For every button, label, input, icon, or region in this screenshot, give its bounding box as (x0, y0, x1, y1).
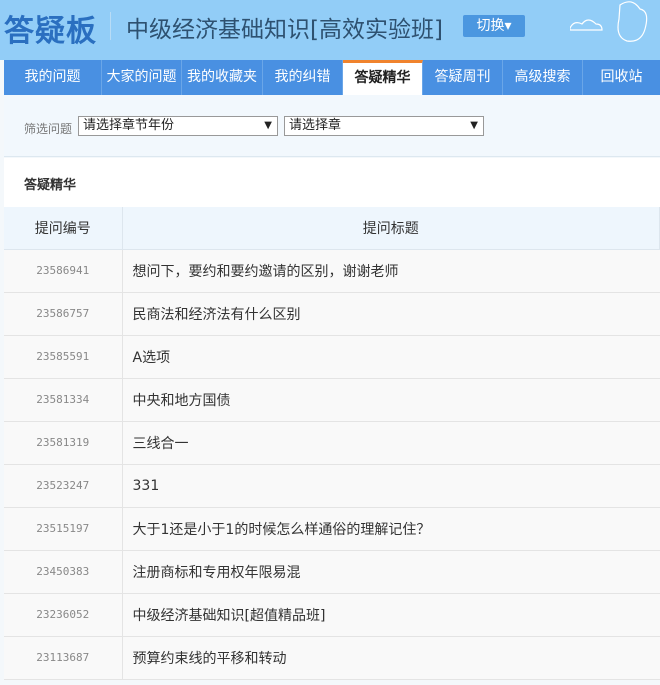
chapter-select-value: 请选择章 (289, 118, 342, 133)
tab-advanced-search[interactable]: 高级搜索 (503, 60, 583, 95)
question-id: 23523247 (4, 464, 123, 508)
question-title-link[interactable]: 注册商标和专用权年限易混 (122, 550, 660, 594)
filter-bar: 筛选问题 请选择章节年份 ▼ 请选择章 ▼ (4, 95, 660, 157)
column-header-id: 提问编号 (4, 207, 123, 250)
logo[interactable]: 答疑板 (4, 6, 97, 50)
section-header: 答疑精华 (4, 158, 660, 207)
question-id: 23581334 (4, 378, 123, 422)
nav-tabs: 我的问题 大家的问题 我的收藏夹 我的纠错 答疑精华 答疑周刊 高级搜索 回收站 (4, 60, 660, 95)
question-title-link[interactable]: 预算约束线的平移和转动 (122, 636, 660, 680)
question-title-link[interactable]: 大于1还是小于1的时候怎么样通俗的理解记住？ (122, 507, 660, 551)
questions-table: 提问编号 提问标题 23586941 想问下，要约和要约邀请的区别，谢谢老师 235… (4, 207, 660, 680)
question-title-link[interactable]: 三线合一 (122, 421, 660, 465)
question-id: 23450383 (4, 550, 123, 594)
question-id: 23581319 (4, 421, 123, 465)
dropdown-arrow-icon: ▼ (470, 120, 478, 131)
cloud-decoration-icon (570, 1, 648, 42)
chapter-select[interactable]: 请选择章 ▼ (284, 116, 484, 136)
table-row[interactable]: 23585591 A选项 (4, 335, 660, 379)
column-header-title: 提问标题 (122, 207, 660, 250)
dropdown-arrow-icon: ▼ (264, 120, 272, 131)
filter-label: 筛选问题 (24, 122, 73, 136)
tab-weekly[interactable]: 答疑周刊 (423, 60, 503, 95)
table-row[interactable]: 23523247 331 (4, 464, 660, 508)
tab-all-questions[interactable]: 大家的问题 (102, 60, 182, 95)
question-id: 23586757 (4, 292, 123, 336)
table-row[interactable]: 23515197 大于1还是小于1的时候怎么样通俗的理解记住？ (4, 507, 660, 551)
year-select[interactable]: 请选择章节年份 ▼ (78, 116, 278, 136)
table-row[interactable]: 23450383 注册商标和专用权年限易混 (4, 550, 660, 594)
question-id: 23585591 (4, 335, 123, 379)
tab-my-questions[interactable]: 我的问题 (4, 60, 102, 95)
table-row[interactable]: 23113687 预算约束线的平移和转动 (4, 636, 660, 680)
table-row[interactable]: 23236052 中级经济基础知识[超值精品班] (4, 593, 660, 637)
question-title-link[interactable]: A选项 (122, 335, 660, 379)
table-row[interactable]: 23581334 中央和地方国债 (4, 378, 660, 422)
question-id: 23586941 (4, 249, 123, 293)
divider (110, 12, 111, 40)
tab-favorites[interactable]: 我的收藏夹 (182, 60, 263, 95)
question-title-link[interactable]: 中央和地方国债 (122, 378, 660, 422)
question-id: 23113687 (4, 636, 123, 680)
header: 答疑板 中级经济基础知识[高效实验班] 切换▾ (0, 0, 660, 60)
year-select-value: 请选择章节年份 (83, 118, 175, 133)
question-id: 23515197 (4, 507, 123, 551)
question-id: 23236052 (4, 593, 123, 637)
question-title-link[interactable]: 331 (122, 464, 660, 508)
section-title: 答疑精华 (24, 178, 77, 193)
question-title-link[interactable]: 民商法和经济法有什么区别 (122, 292, 660, 336)
tab-my-corrections[interactable]: 我的纠错 (263, 60, 343, 95)
course-title: 中级经济基础知识[高效实验班] (126, 17, 443, 43)
question-title-link[interactable]: 中级经济基础知识[超值精品班] (122, 593, 660, 637)
tab-featured[interactable]: 答疑精华 (343, 60, 423, 95)
table-row[interactable]: 23586941 想问下，要约和要约邀请的区别，谢谢老师 (4, 249, 660, 293)
question-title-link[interactable]: 想问下，要约和要约邀请的区别，谢谢老师 (122, 249, 660, 293)
tab-recycle-bin[interactable]: 回收站 (583, 60, 660, 95)
switch-course-button[interactable]: 切换▾ (463, 15, 525, 37)
table-row[interactable]: 23581319 三线合一 (4, 421, 660, 465)
table-row[interactable]: 23586757 民商法和经济法有什么区别 (4, 292, 660, 336)
